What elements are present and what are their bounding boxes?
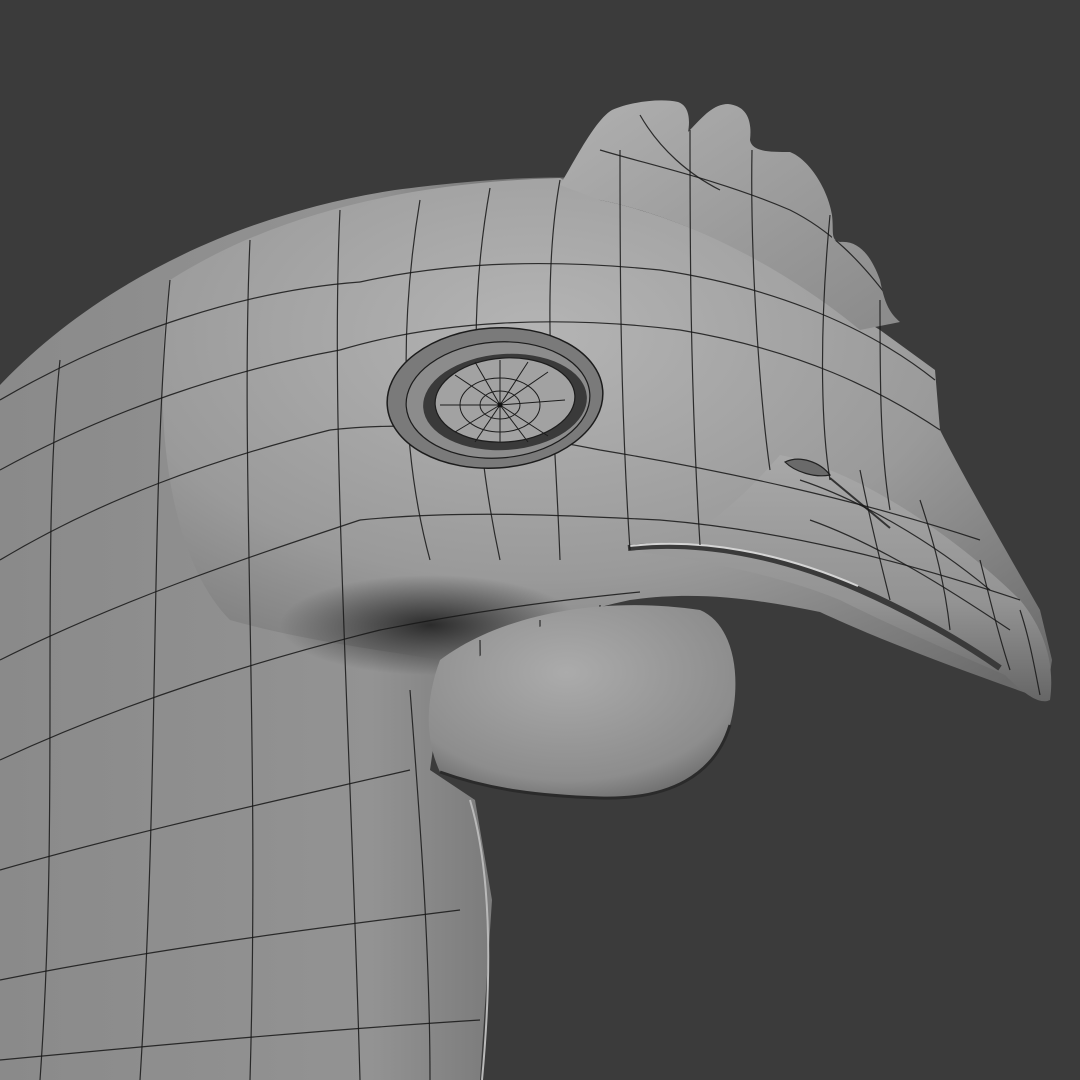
bird-head-render xyxy=(0,0,1080,1080)
3d-viewport[interactable] xyxy=(0,0,1080,1080)
